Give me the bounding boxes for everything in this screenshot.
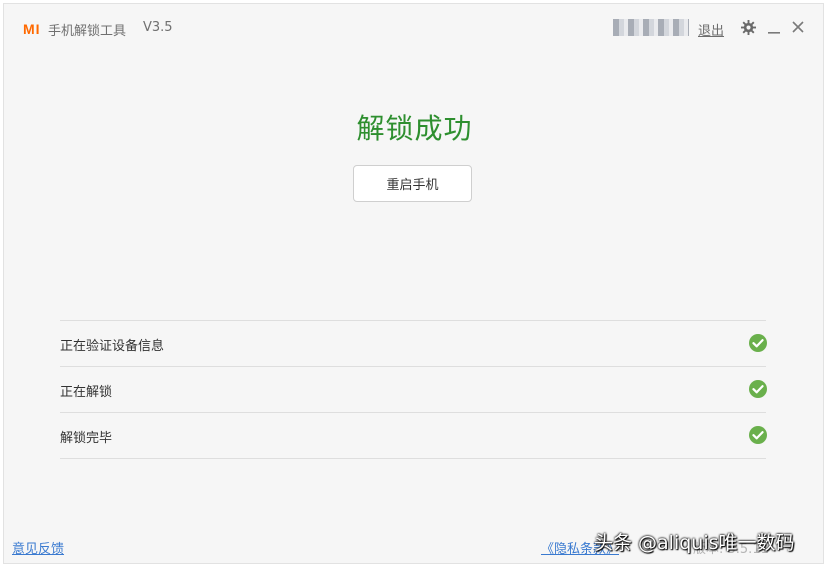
minimize-icon[interactable] <box>767 21 781 35</box>
source-watermark: 头条 @aliquis唯一数码 <box>594 532 795 554</box>
check-circle-icon <box>749 426 767 444</box>
step-unlocking: 正在解锁 <box>60 366 767 412</box>
title-bar: MI 手机解锁工具 V3.5 退出 <box>4 4 823 50</box>
app-title: 手机解锁工具 <box>48 24 127 39</box>
mi-logo: MI <box>23 21 41 37</box>
step-verify-device: 正在验证设备信息 <box>60 320 767 366</box>
check-circle-icon <box>749 334 767 352</box>
check-circle-icon <box>749 380 767 398</box>
logout-link[interactable]: 退出 <box>698 20 724 39</box>
gear-icon[interactable] <box>741 20 756 35</box>
step-unlock-complete: 解锁完毕 <box>60 412 767 459</box>
step-label: 解锁完毕 <box>60 431 113 446</box>
step-label: 正在解锁 <box>60 385 113 400</box>
unlock-tool-window: MI 手机解锁工具 V3.5 退出 解锁成功 重启手机 正在验证设备信息 正在解… <box>3 3 824 564</box>
close-icon[interactable] <box>791 20 805 34</box>
reboot-phone-button[interactable]: 重启手机 <box>353 165 472 202</box>
step-label: 正在验证设备信息 <box>60 339 165 354</box>
account-name-blurred <box>613 19 689 36</box>
app-version: V3.5 <box>143 20 173 35</box>
unlock-steps-list: 正在验证设备信息 正在解锁 解锁完毕 <box>60 320 767 459</box>
feedback-link[interactable]: 意见反馈 <box>12 538 64 557</box>
unlock-success-title: 解锁成功 <box>356 112 473 145</box>
